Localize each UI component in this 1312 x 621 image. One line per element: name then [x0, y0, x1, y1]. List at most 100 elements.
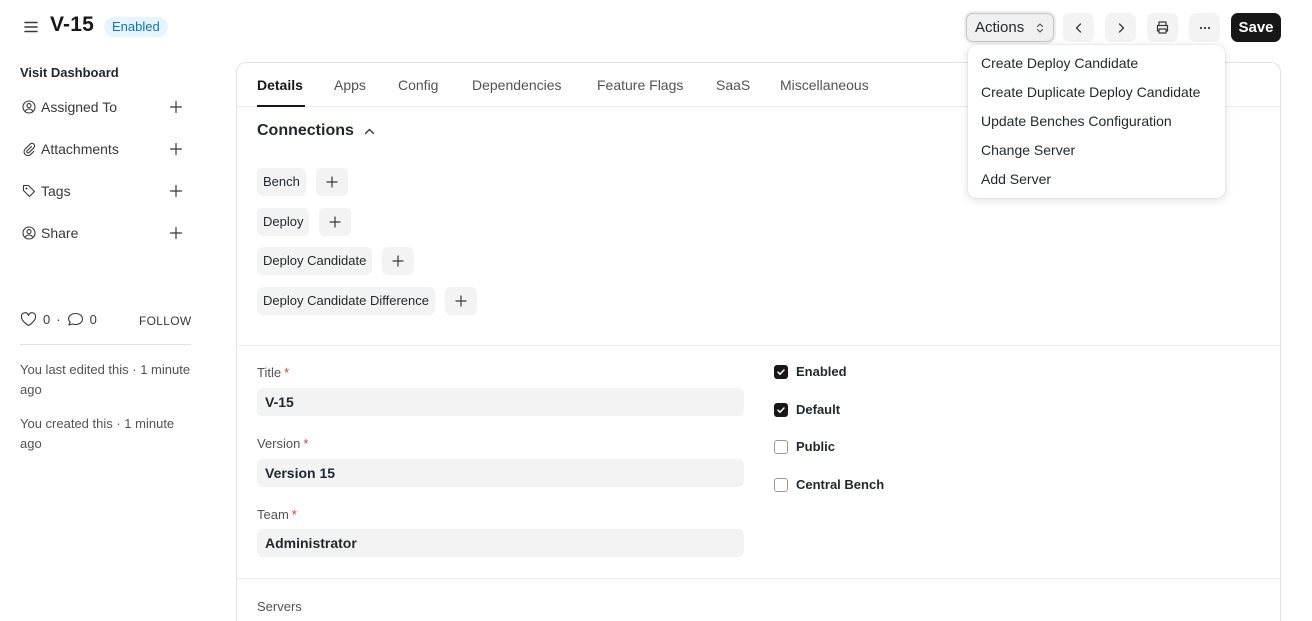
connection-row-deploy-candidate: Deploy Candidate	[257, 247, 415, 275]
separator-dot: ·	[56, 312, 61, 327]
menu-item-update-benches-configuration[interactable]: Update Benches Configuration	[968, 107, 1225, 136]
chevron-up-down-icon	[1035, 22, 1045, 34]
sidebar-item-label[interactable]: Attachments	[41, 141, 119, 157]
like-count: 0	[43, 312, 51, 327]
active-tab-indicator	[257, 105, 305, 107]
sidebar-divider	[20, 344, 191, 345]
sidebar-item-attachments: Attachments	[20, 139, 188, 159]
tab-saas[interactable]: SaaS	[716, 77, 750, 93]
add-attachment-plus-icon[interactable]	[168, 141, 184, 157]
version-input[interactable]: Version 15	[257, 459, 744, 487]
version-label-text: Version	[257, 436, 301, 451]
previous-document-button[interactable]	[1063, 13, 1094, 42]
plus-icon	[392, 255, 404, 267]
team-label-text: Team	[257, 507, 289, 522]
chevron-right-icon	[1114, 21, 1128, 35]
share-user-icon	[22, 226, 36, 240]
heart-icon[interactable]	[20, 312, 37, 327]
menu-item-add-server[interactable]: Add Server	[968, 165, 1225, 194]
add-deploy-candidate-difference-button[interactable]	[444, 287, 477, 315]
more-horizontal-icon	[1198, 21, 1212, 35]
paperclip-icon	[22, 142, 36, 156]
add-assignee-plus-icon[interactable]	[168, 99, 184, 115]
created-text: You created this · 1 minute ago	[20, 416, 175, 451]
sidebar-item-label[interactable]: Assigned To	[41, 99, 117, 115]
version-field-label: Version *	[257, 436, 308, 451]
save-button[interactable]: Save	[1231, 13, 1281, 42]
page-title: V-15	[50, 13, 94, 36]
likes-comments: 0 · 0	[20, 312, 97, 327]
connection-link-deploy-candidate[interactable]: Deploy Candidate	[257, 247, 373, 275]
chevron-up-icon	[354, 125, 376, 138]
checkmark-icon	[777, 368, 785, 375]
connections-title: Connections	[257, 122, 354, 139]
central-bench-checkbox-row[interactable]: Central Bench	[774, 477, 884, 492]
title-label-text: Title	[257, 365, 282, 380]
add-share-plus-icon[interactable]	[168, 225, 184, 241]
sidebar-item-label[interactable]: Tags	[41, 183, 71, 199]
visit-dashboard-link[interactable]: Visit Dashboard	[20, 65, 119, 80]
hamburger-menu-icon[interactable]	[22, 18, 40, 36]
actions-button-label: Actions	[975, 19, 1025, 36]
plus-icon	[455, 295, 467, 307]
connection-row-bench: Bench	[257, 168, 348, 196]
connection-link-bench[interactable]: Bench	[257, 168, 306, 196]
team-input[interactable]: Administrator	[257, 529, 744, 557]
connection-link-deploy[interactable]: Deploy	[257, 208, 310, 236]
central-bench-checkbox[interactable]	[774, 477, 788, 492]
default-label: Default	[796, 402, 841, 417]
comment-icon[interactable]	[67, 312, 84, 327]
public-checkbox[interactable]	[774, 439, 788, 454]
tab-apps[interactable]: Apps	[334, 77, 366, 93]
chevron-left-icon	[1072, 21, 1086, 35]
follow-button[interactable]: FOLLOW	[139, 314, 191, 328]
sidebar-item-share: Share	[20, 223, 188, 243]
sidebar-item-assigned-to: Assigned To	[20, 97, 188, 117]
connection-row-deploy-candidate-difference: Deploy Candidate Difference	[257, 287, 477, 315]
add-bench-button[interactable]	[315, 168, 348, 196]
section-divider	[237, 345, 1280, 346]
comment-count: 0	[89, 312, 97, 327]
more-options-button[interactable]	[1189, 13, 1220, 42]
plus-icon	[329, 216, 342, 228]
actions-button[interactable]: Actions	[966, 13, 1054, 42]
enabled-label: Enabled	[796, 364, 847, 379]
required-mark: *	[291, 507, 297, 522]
connection-row-deploy: Deploy	[257, 208, 352, 236]
actions-dropdown-menu: Create Deploy Candidate Create Duplicate…	[968, 45, 1225, 198]
tab-miscellaneous[interactable]: Miscellaneous	[780, 77, 869, 93]
enabled-checkbox-row[interactable]: Enabled	[774, 364, 847, 379]
connection-link-deploy-candidate-difference[interactable]: Deploy Candidate Difference	[257, 287, 435, 315]
plus-icon	[326, 176, 338, 188]
checkmark-icon	[777, 406, 785, 413]
public-label: Public	[796, 439, 836, 454]
tab-config[interactable]: Config	[398, 77, 438, 93]
menu-item-create-duplicate-deploy-candidate[interactable]: Create Duplicate Deploy Candidate	[968, 78, 1225, 107]
print-button[interactable]	[1147, 13, 1178, 42]
tab-feature-flags[interactable]: Feature Flags	[597, 77, 683, 93]
menu-item-change-server[interactable]: Change Server	[968, 136, 1225, 165]
status-badge: Enabled	[104, 17, 168, 37]
tab-details[interactable]: Details	[257, 77, 303, 93]
next-document-button[interactable]	[1105, 13, 1136, 42]
enabled-checkbox[interactable]	[774, 364, 788, 379]
connections-section-header[interactable]: Connections	[257, 122, 376, 140]
team-field-label: Team *	[257, 507, 297, 522]
section-divider	[237, 578, 1280, 579]
title-input[interactable]: V-15	[257, 388, 744, 416]
add-deploy-button[interactable]	[319, 208, 352, 236]
tab-dependencies[interactable]: Dependencies	[472, 77, 562, 93]
public-checkbox-row[interactable]: Public	[774, 439, 835, 454]
default-checkbox[interactable]	[774, 402, 788, 417]
menu-item-create-deploy-candidate[interactable]: Create Deploy Candidate	[968, 49, 1225, 78]
central-bench-label: Central Bench	[796, 477, 885, 492]
add-deploy-candidate-button[interactable]	[382, 247, 415, 275]
add-tag-plus-icon[interactable]	[168, 183, 184, 199]
sidebar-item-tags: Tags	[20, 181, 188, 201]
required-mark: *	[303, 436, 309, 451]
default-checkbox-row[interactable]: Default	[774, 402, 840, 417]
tag-icon	[22, 184, 36, 198]
sidebar-item-label[interactable]: Share	[41, 225, 78, 241]
last-edited-text: You last edited this · 1 minute ago	[20, 362, 191, 397]
servers-section-label: Servers	[257, 599, 302, 614]
